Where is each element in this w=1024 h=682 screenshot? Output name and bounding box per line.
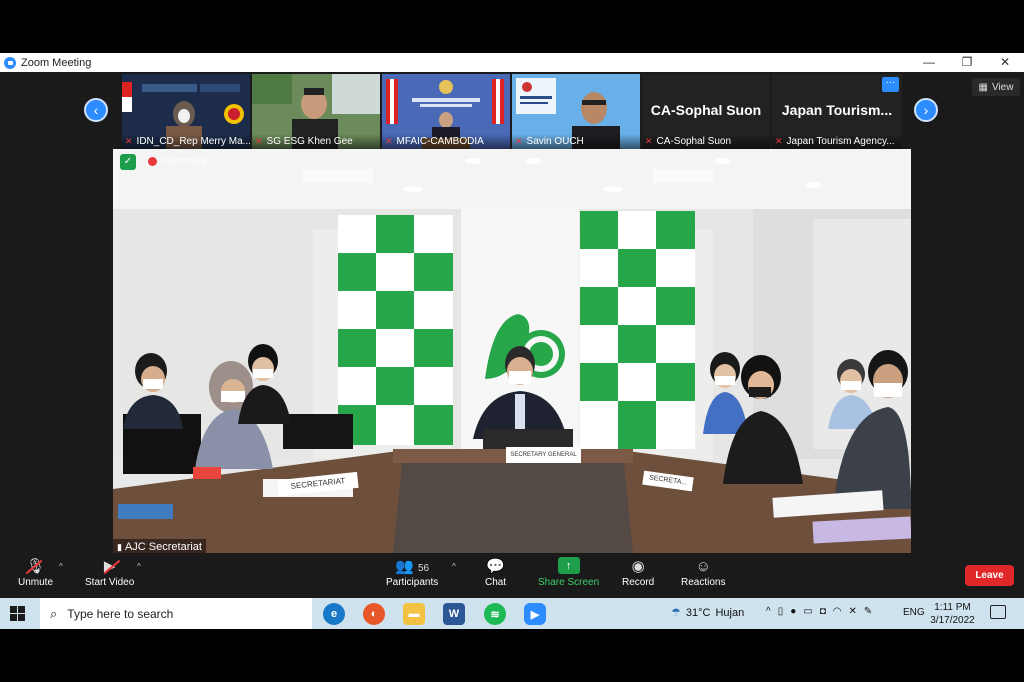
leave-button[interactable]: Leave [965,565,1014,586]
mic-muted-icon: ✕ [775,136,783,146]
encryption-shield-icon[interactable]: ✓ [120,154,136,170]
start-video-button[interactable]: ▶ Start Video [85,557,134,588]
video-options-caret[interactable]: ^ [137,562,141,571]
mic-muted-icon: ✕ [125,136,133,146]
unmute-button[interactable]: 🎙 Unmute [18,557,53,588]
share-screen-icon: ↑ [557,557,580,574]
camera-icon[interactable]: ◘ [820,606,826,617]
minimize-button[interactable]: — [910,53,948,72]
participant-tile[interactable]: ✕ MFAIC-CAMBODIA [382,74,510,149]
participant-display-name: Japan Tourism... [781,102,893,118]
participants-button[interactable]: 👥 56 Participants [386,557,438,588]
participant-name: ✕ CA-Sophal Suon [642,134,770,149]
chevron-right-icon: › [923,102,929,118]
taskbar-clock[interactable]: 1:11 PM 3/17/2022 [925,601,980,627]
mic-muted-icon: ✕ [385,136,393,146]
grid-icon: ▦ [978,81,988,93]
firefox-icon[interactable]: ◐ [363,603,385,625]
participant-name: ✕ IDN_CD_Rep Merry Ma... [122,134,250,149]
video-camera-off-icon: ▶ [103,558,116,575]
microphone-icon[interactable]: ● [790,606,796,617]
file-explorer-icon[interactable]: ▬ [403,603,425,625]
volume-muted-icon[interactable]: ✕ [849,606,857,617]
battery-icon[interactable]: ▭ [803,606,812,617]
participant-name: ✕ Savin OUCH [512,134,640,149]
view-button[interactable]: ▦ View [972,78,1020,96]
window-controls: — ❐ ✕ [910,53,1024,72]
conference-room-scene [113,149,911,554]
record-button[interactable]: ◉ Record [622,557,654,588]
audio-options-caret[interactable]: ^ [59,562,63,571]
chevron-up-icon[interactable]: ^ [766,606,771,617]
participants-options-caret[interactable]: ^ [452,562,456,571]
wifi-icon[interactable]: ◠ [833,606,842,617]
participant-name: ✕ MFAIC-CAMBODIA [382,134,510,149]
close-button[interactable]: ✕ [986,53,1024,72]
search-icon: ⌕ [50,605,58,621]
zoom-taskbar-icon[interactable]: ▶ [524,603,546,625]
taskbar-search-box[interactable]: ⌕ Type here to search [40,598,312,629]
system-tray: ^ ▯ ● ▭ ◘ ◠ ✕ ✎ [766,606,872,617]
recording-indicator[interactable]: Recording [148,156,207,167]
participant-tile[interactable]: CA-Sophal Suon ✕ CA-Sophal Suon [642,74,770,149]
edge-icon[interactable]: e [323,603,345,625]
share-screen-button[interactable]: ↑ Share Screen [538,557,599,588]
mic-muted-icon: ✕ [515,136,523,146]
smiley-plus-icon: ☺ [695,558,711,575]
mic-muted-icon: ✕ [645,136,653,146]
microphone-muted-icon: 🎙 [25,558,46,575]
participant-tile[interactable]: ✕ IDN_CD_Rep Merry Ma... [122,74,250,149]
participant-tile[interactable]: Japan Tourism... ··· ✕ Japan Tourism Age… [772,74,902,149]
participant-name: ✕ Japan Tourism Agency... [772,134,902,149]
zoom-logo-icon [4,56,16,69]
window-title: Zoom Meeting [21,56,92,69]
reactions-button[interactable]: ☺ Reactions [681,557,725,588]
meeting-toolbar: 🎙 Unmute ^ ▶ Start Video ^ 👥 56 Particip… [0,553,1024,598]
pen-icon[interactable]: ✎ [864,606,872,617]
name-placard: SECRETARY GENERAL [506,447,581,463]
rain-cloud-icon: ☂ [671,607,681,619]
mic-muted-icon: ✕ [255,136,263,146]
chat-bubble-icon: 💬 [486,558,505,575]
more-options-button[interactable]: ··· [882,77,899,92]
meeting-area: ‹ ✕ IDN_CD_Rep Merry Ma... ✕ SG ESG Khen… [0,72,1024,598]
word-icon[interactable]: W [443,603,465,625]
participant-display-name: CA-Sophal Suon [650,102,762,118]
participant-name: ✕ SG ESG Khen Gee [252,134,380,149]
record-icon: ◉ [631,558,645,575]
notification-center-icon[interactable] [990,605,1006,619]
window-title-bar: Zoom Meeting — ❐ ✕ [0,53,1024,72]
signal-bars-icon: ▮ [117,541,122,552]
recording-dot-icon [148,157,157,166]
participant-tile[interactable]: ✕ SG ESG Khen Gee [252,74,380,149]
spotify-icon[interactable]: ≋ [484,603,506,625]
gallery-prev-button[interactable]: ‹ [84,98,108,122]
participants-count: 56 [417,563,430,574]
chevron-left-icon: ‹ [93,102,99,118]
participants-icon: 👥 [395,558,414,575]
participant-tile[interactable]: ✕ Savin OUCH [512,74,640,149]
chat-button[interactable]: 💬 Chat [485,557,506,588]
gallery-next-button[interactable]: › [914,98,938,122]
input-language[interactable]: ENG [903,607,925,618]
windows-taskbar: ⌕ Type here to search e ◐ ▬ W ≋ ▶ ☂ 31°C… [0,598,1024,629]
main-speaker-video: SECRETARY GENERAL SECRETARIAT SECRETA... [113,149,911,554]
restore-button[interactable]: ❐ [948,53,986,72]
weather-widget[interactable]: ☂ 31°C Hujan [671,606,744,620]
windows-start-icon[interactable] [10,606,25,621]
device-icon[interactable]: ▯ [778,606,784,617]
